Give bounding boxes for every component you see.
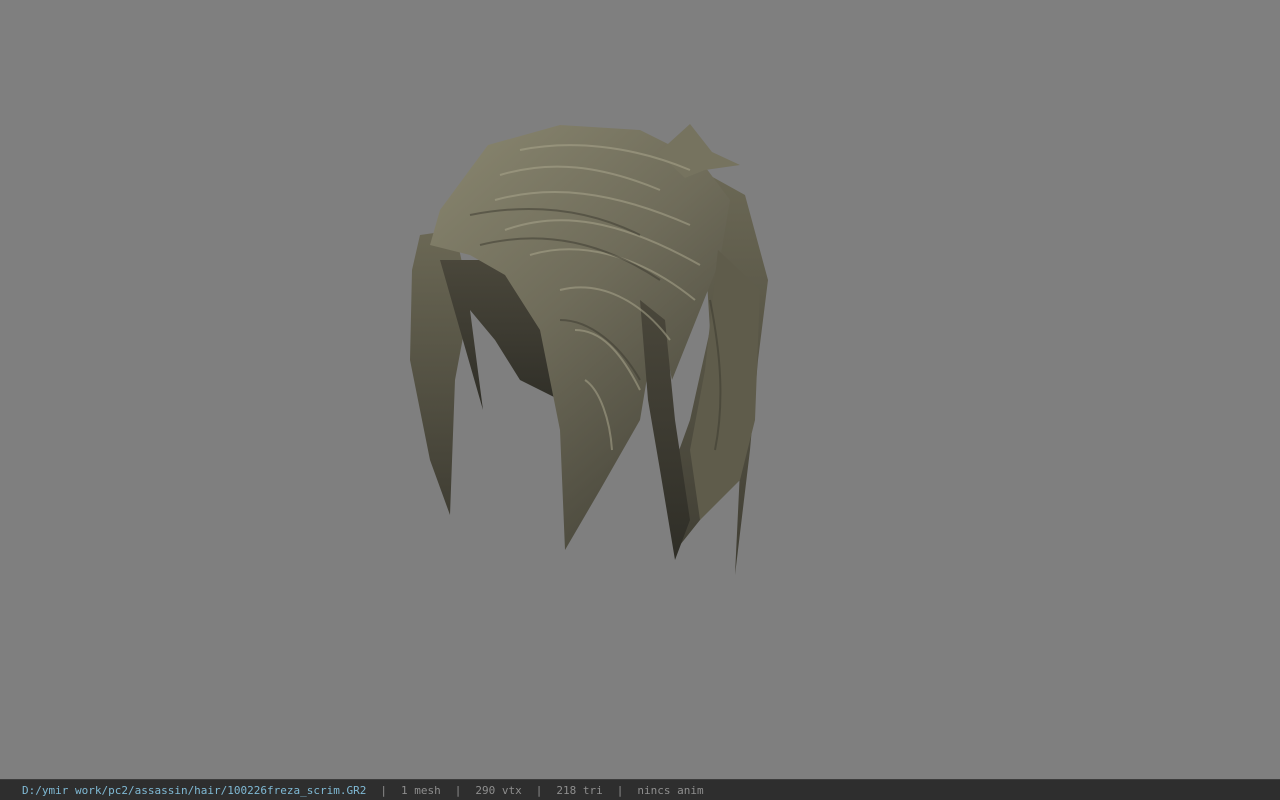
3d-viewport[interactable] [0,0,1280,779]
animation-status: nincs anim [637,783,704,797]
status-bar: D:/ymir work/pc2/assassin/hair/100226fre… [0,779,1280,800]
separator: | [616,783,624,797]
vertex-count: 290 vtx [475,783,522,797]
separator: | [380,783,387,797]
file-path: D:/ymir work/pc2/assassin/hair/100226fre… [22,783,367,797]
separator: | [454,783,462,797]
triangle-count: 218 tri [556,783,603,797]
mesh-count: 1 mesh [401,783,441,797]
separator: | [535,783,543,797]
hair-model[interactable] [0,0,1280,779]
